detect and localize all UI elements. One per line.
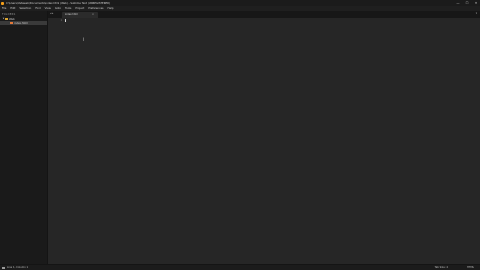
tab-close-icon[interactable]: × bbox=[92, 13, 94, 16]
tab-bar: ◂ ▸ index.html × ▾ bbox=[48, 11, 480, 18]
menu-edit[interactable]: Edit bbox=[10, 7, 15, 10]
menu-help[interactable]: Help bbox=[108, 7, 114, 10]
line-number: 1 bbox=[60, 19, 62, 22]
panel-toggle-icon[interactable] bbox=[2, 266, 5, 270]
tab-label: index.html bbox=[65, 13, 78, 17]
menu-project[interactable]: Project bbox=[75, 7, 84, 10]
menu-preferences[interactable]: Preferences bbox=[88, 7, 103, 10]
line-gutter: 1 bbox=[48, 18, 64, 264]
menu-find[interactable]: Find bbox=[35, 7, 40, 10]
menu-file[interactable]: File bbox=[2, 7, 6, 10]
sidebar: FOLDERS ▼ Web index.html bbox=[0, 11, 48, 264]
editor-area[interactable]: 1 I bbox=[48, 18, 480, 264]
status-bar: Line 1, Column 1 Tab Size: 4 HTML bbox=[0, 264, 480, 270]
file-label: index.html bbox=[14, 21, 28, 25]
window-title: C:\Users\Ustaweb\Documents\index.html (W… bbox=[6, 1, 111, 5]
sublime-app-icon bbox=[1, 1, 4, 5]
syntax-selector[interactable]: HTML bbox=[467, 266, 474, 269]
sidebar-file[interactable]: index.html bbox=[0, 21, 47, 25]
folder-icon bbox=[5, 17, 8, 21]
file-icon bbox=[10, 21, 13, 25]
menu-view[interactable]: View bbox=[45, 7, 51, 10]
text-caret bbox=[65, 19, 66, 23]
folder-label: Web bbox=[9, 17, 15, 21]
tab-size-selector[interactable]: Tab Size: 4 bbox=[435, 266, 448, 269]
i-beam-cursor-icon: I bbox=[83, 37, 85, 42]
menu-goto[interactable]: Goto bbox=[55, 7, 61, 10]
menu-tools[interactable]: Tools bbox=[65, 7, 71, 10]
menu-selection[interactable]: Selection bbox=[19, 7, 31, 10]
tab-navigation-arrows[interactable]: ◂ ▸ bbox=[50, 12, 53, 15]
tab-menu-icon[interactable]: ▾ bbox=[476, 12, 477, 15]
cursor-position: Line 1, Column 1 bbox=[7, 266, 29, 270]
